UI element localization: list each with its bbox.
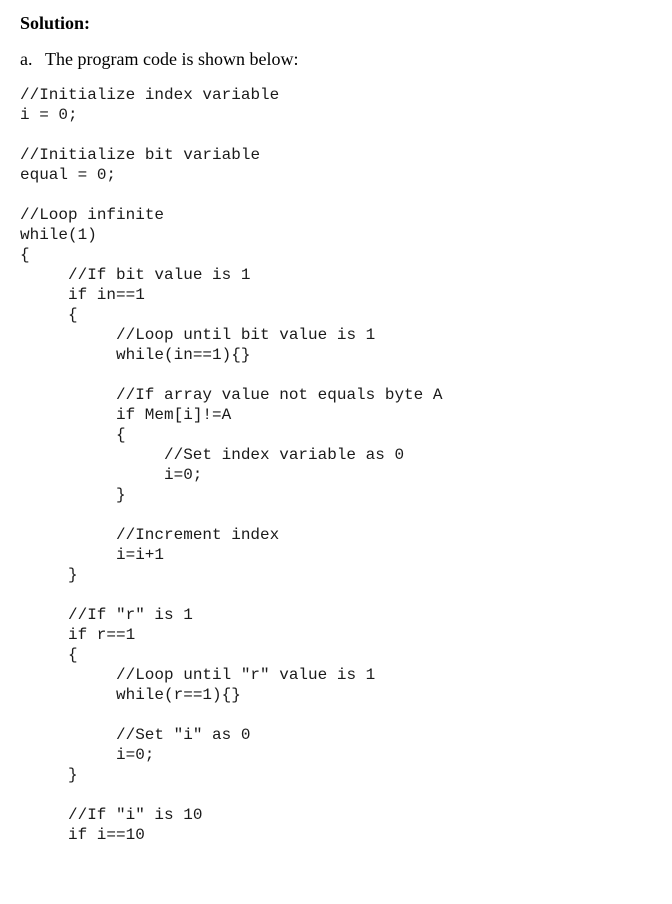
code-line: } (116, 486, 126, 504)
solution-heading: Solution: (20, 13, 91, 33)
code-line: i = 0; (20, 106, 78, 124)
code-comment-line: //Initialize index variable (20, 86, 280, 104)
code-comment-line: //If bit value is 1 (68, 266, 251, 284)
code-comment-line: //Loop until bit value is 1 (116, 326, 376, 344)
code-line: if Mem[i]!=A (116, 406, 232, 424)
code-comment-line: //If "r" is 1 (68, 606, 193, 624)
code-line: { (20, 246, 30, 264)
code-line: if i==10 (68, 826, 145, 844)
code-line: while(r==1){} (116, 686, 241, 704)
intro-text: The program code is shown below: (45, 49, 299, 69)
code-comment-line: //If array value not equals byte A (116, 386, 443, 404)
code-comment-line: //Loop until "r" value is 1 (116, 666, 376, 684)
code-line: } (68, 766, 78, 784)
code-line: if r==1 (68, 626, 136, 644)
code-line: while(1) (20, 226, 97, 244)
intro-paragraph: a. The program code is shown below: (20, 48, 298, 70)
code-comment-line: //Set index variable as 0 (164, 446, 405, 464)
code-line: i=i+1 (116, 546, 165, 564)
code-comment-line: //Loop infinite (20, 206, 165, 224)
code-comment-line: //Increment index (116, 526, 280, 544)
code-block: //Initialize index variable i = 0; //Initi… (20, 85, 442, 845)
code-line: if in==1 (68, 286, 145, 304)
code-line: i=0; (164, 466, 203, 484)
code-line: { (116, 426, 126, 444)
code-line: { (68, 306, 78, 324)
code-comment-line: //If "i" is 10 (68, 806, 203, 824)
code-line: { (68, 646, 78, 664)
code-line: } (68, 566, 78, 584)
code-line: while(in==1){} (116, 346, 251, 364)
code-line: i=0; (116, 746, 155, 764)
list-marker: a. (20, 49, 33, 69)
code-comment-line: //Initialize bit variable (20, 146, 261, 164)
code-line: equal = 0; (20, 166, 117, 184)
code-comment-line: //Set "i" as 0 (116, 726, 251, 744)
